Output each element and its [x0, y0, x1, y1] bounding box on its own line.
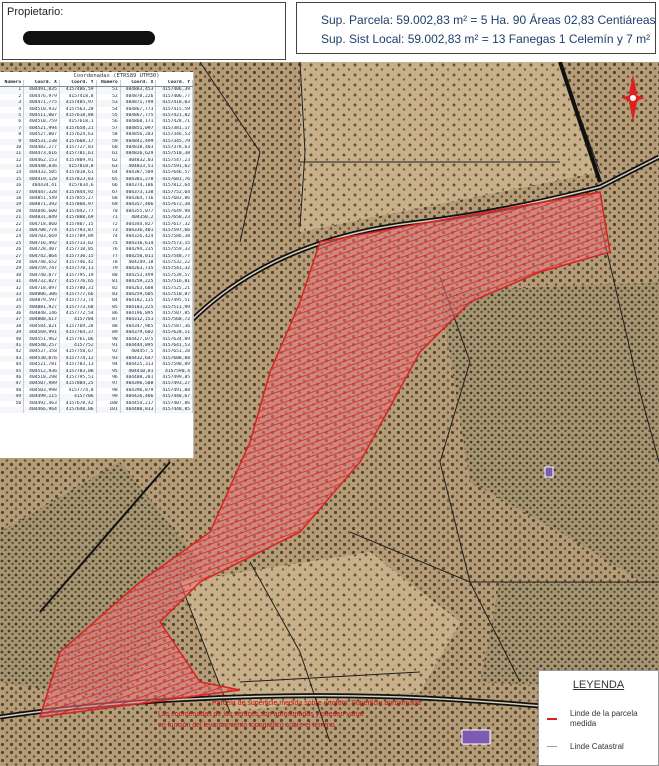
map-warning: en función del levantamiento topográfico… — [158, 722, 337, 729]
map-warning: Las coordenadas de los vértices son apro… — [158, 711, 364, 718]
table-cell: 4157448,85 — [156, 406, 193, 414]
table-cell: 404480,833 — [121, 406, 157, 414]
surface-parcel: Sup. Parcela: 59.002,83 m² = 5 Ha. 90 Ár… — [321, 13, 656, 27]
col-header: Coord. X — [24, 80, 60, 87]
legend-title: LEYENDA — [572, 679, 625, 691]
surface-local: Sup. Sist Local: 59.002,83 m² = 13 Faneg… — [321, 32, 651, 46]
coordinates-header: Número Coord. X Coord. Y Número Coord. X… — [0, 80, 193, 88]
legend: LEYENDA Linde de la parcela medida Linde… — [538, 670, 659, 766]
col-header: Coord. Y — [60, 80, 97, 87]
coordinates-table: Coordenadas (ETRS89 UTM30) Número Coord.… — [0, 72, 194, 458]
col-header: Coord. X — [121, 80, 157, 87]
owner-box: Propietario: — [2, 2, 286, 60]
table-cell: 404466,964 — [24, 406, 60, 414]
col-header: Coord. Y — [156, 80, 193, 87]
legend-item-cadastral: Linde Catastral — [570, 742, 624, 751]
building-marker-south — [461, 729, 491, 745]
table-cell: 4157640,06 — [60, 406, 97, 414]
col-header: Número — [97, 80, 121, 87]
surface-box: Sup. Parcela: 59.002,83 m² = 5 Ha. 90 Ár… — [296, 2, 656, 54]
col-header: Número — [0, 80, 25, 87]
map-warning: Parcela de superficie medida sobre ortof… — [212, 700, 421, 707]
table-cell: 101 — [97, 406, 121, 414]
owner-redaction — [23, 31, 155, 45]
owner-label: Propietario: — [7, 6, 64, 18]
legend-swatch-cadastral — [547, 746, 557, 747]
building-marker — [544, 466, 554, 478]
table-row: 404466,964 4157640,06 101 404480,833 4157448… — [0, 406, 193, 414]
legend-item-measured: Linde de la parcela medida — [570, 709, 638, 728]
coordinates-body: 1 404491,835 4157406,59 51 404883,453 4157406… — [0, 87, 193, 414]
table-cell — [0, 406, 25, 414]
coordinates-title: Coordenadas (ETRS89 UTM30) — [73, 73, 160, 79]
legend-swatch-measured — [547, 718, 557, 720]
